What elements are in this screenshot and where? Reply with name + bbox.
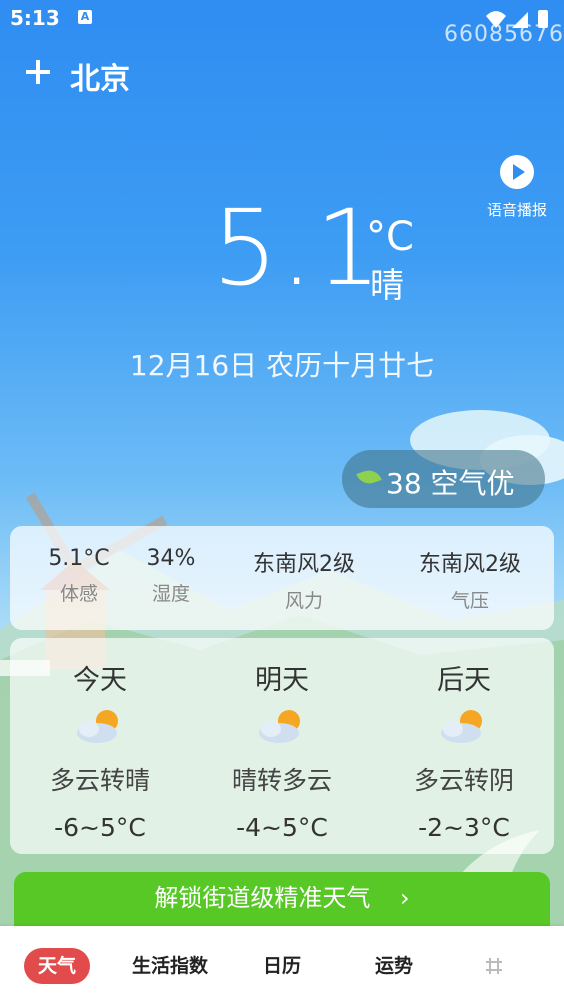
detail-feels-like: 5.1°C 体感 bbox=[24, 546, 134, 606]
leaf-icon bbox=[356, 466, 382, 488]
detail-wind: 东南风2级 风力 bbox=[232, 546, 376, 613]
voice-broadcast-button[interactable]: 语音播报 bbox=[484, 155, 550, 235]
detail-label: 体感 bbox=[59, 583, 98, 605]
detail-label: 湿度 bbox=[151, 583, 190, 605]
watermark-number: 66085676 bbox=[444, 22, 564, 47]
current-temperature: 5.1 bbox=[212, 187, 384, 309]
voice-broadcast-label: 语音播报 bbox=[486, 201, 547, 219]
detail-humidity: 34% 湿度 bbox=[126, 546, 216, 606]
detail-value: 东南风2级 bbox=[419, 552, 521, 577]
tab-fortune[interactable]: 运势 bbox=[370, 948, 418, 984]
date-lunar-line: 12月16日 农历十月廿七 bbox=[129, 349, 435, 382]
tab-calendar[interactable]: 日历 bbox=[258, 948, 306, 984]
temperature-unit: °C bbox=[366, 214, 414, 260]
forecast-day: 明天 bbox=[255, 665, 309, 696]
weather-details-card: 5.1°C 体感 34% 湿度 东南风2级 风力 东南风2级 气压 bbox=[10, 526, 554, 630]
forecast-condition: 多云转阴 bbox=[413, 766, 514, 795]
air-quality-text: 38 空气优 bbox=[386, 467, 515, 500]
notification-icon: A bbox=[78, 10, 92, 24]
forecast-day-after[interactable]: 后天 多云转阴 -2~3°C bbox=[374, 658, 554, 842]
detail-value: 34% bbox=[146, 546, 196, 571]
chevron-right-icon: › bbox=[400, 884, 410, 912]
tab-weather[interactable]: 天气 bbox=[24, 948, 90, 984]
current-condition: 晴 bbox=[370, 266, 404, 306]
detail-value: 5.1°C bbox=[48, 546, 110, 571]
forecast-condition: 多云转晴 bbox=[49, 766, 150, 795]
status-time: 5:13 bbox=[10, 6, 60, 30]
unlock-label: 解锁街道级精准天气 bbox=[154, 884, 371, 912]
partly-cloudy-icon bbox=[77, 710, 118, 743]
bottom-tab-bar: 天气 生活指数 日历 运势 bbox=[0, 926, 564, 1004]
detail-label: 气压 bbox=[450, 590, 489, 612]
forecast-today[interactable]: 今天 多云转晴 -6~5°C bbox=[10, 658, 190, 842]
detail-pressure: 东南风2级 气压 bbox=[398, 546, 542, 613]
forecast-temp-range: -2~3°C bbox=[418, 813, 510, 842]
detail-value: 东南风2级 bbox=[253, 552, 355, 577]
forecast-day: 今天 bbox=[73, 665, 127, 696]
city-name[interactable]: 北京 bbox=[70, 54, 130, 98]
partly-cloudy-icon bbox=[441, 710, 482, 743]
forecast-card[interactable]: 今天 多云转晴 -6~5°C 明天 晴转多云 -4~5°C 后天 多云转阴 -2… bbox=[10, 638, 554, 854]
forecast-day: 后天 bbox=[437, 665, 491, 696]
detail-label: 风力 bbox=[284, 590, 323, 612]
forecast-temp-range: -6~5°C bbox=[54, 813, 146, 842]
air-quality-badge[interactable]: 38 空气优 bbox=[342, 450, 545, 508]
add-city-button[interactable] bbox=[22, 56, 54, 88]
forecast-tomorrow[interactable]: 明天 晴转多云 -4~5°C bbox=[192, 658, 372, 842]
play-icon bbox=[500, 155, 534, 189]
forecast-condition: 晴转多云 bbox=[231, 766, 332, 795]
more-tab-icon[interactable] bbox=[484, 956, 504, 976]
partly-cloudy-icon bbox=[259, 710, 300, 743]
forecast-temp-range: -4~5°C bbox=[236, 813, 328, 842]
tab-life-index[interactable]: 生活指数 bbox=[128, 948, 212, 984]
